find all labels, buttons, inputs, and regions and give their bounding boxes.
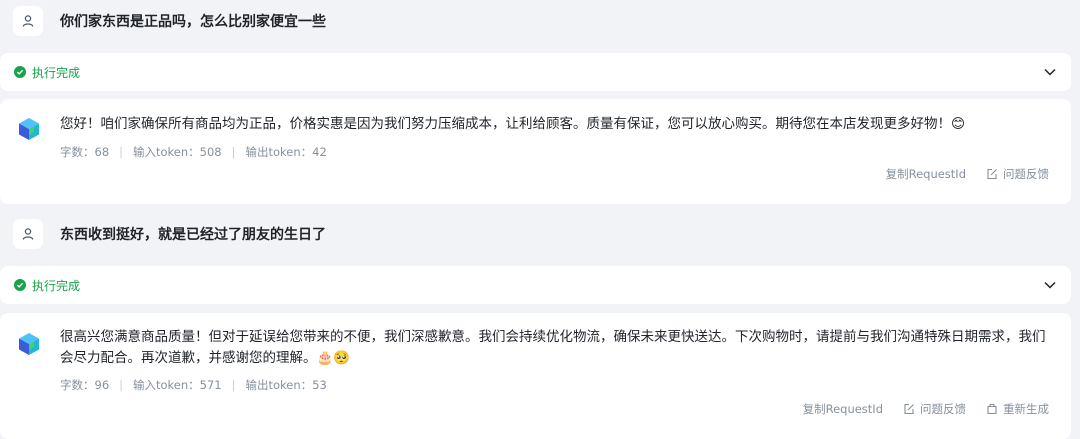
answer-meta: 字数：96 | 输入token：571 | 输出token：53 <box>60 378 327 392</box>
check-circle-icon <box>14 279 26 291</box>
output-token-count: 输出token：53 <box>245 378 327 392</box>
user-message-row: 东西收到挺好，就是已经过了朋友的生日了 <box>0 213 1080 257</box>
input-token-count: 输入token：508 <box>133 145 222 159</box>
answer-actions: 复制RequestId 问题反馈 重新生成 <box>803 401 1049 417</box>
chevron-down-icon[interactable] <box>1043 278 1057 292</box>
user-icon <box>22 228 34 240</box>
user-message-row: 你们家东西是正品吗，怎么比别家便宜一些 <box>0 0 1080 44</box>
answer-meta: 字数：68 | 输入token：508 | 输出token：42 <box>60 145 327 159</box>
user-icon <box>22 15 34 27</box>
status-label: 执行完成 <box>32 279 81 293</box>
user-avatar <box>13 6 43 36</box>
execution-status-bar[interactable]: 执行完成 <box>0 53 1071 91</box>
regenerate-button[interactable]: 重新生成 <box>986 401 1049 417</box>
feedback-button[interactable]: 问题反馈 <box>903 401 966 417</box>
input-token-count: 输入token：571 <box>133 378 222 392</box>
edit-icon <box>904 403 914 415</box>
bot-cube-icon <box>19 118 39 140</box>
char-count: 字数：68 <box>60 145 110 159</box>
answer-actions: 复制RequestId 问题反馈 <box>886 166 1049 182</box>
assistant-answer-card: 您好！咱们家确保所有商品均为正品，价格实惠是因为我们努力压缩成本，让利给顾客。质… <box>0 99 1071 204</box>
feedback-button[interactable]: 问题反馈 <box>986 166 1049 182</box>
answer-text: 您好！咱们家确保所有商品均为正品，价格实惠是因为我们努力压缩成本，让利给顾客。质… <box>60 116 966 132</box>
chevron-down-icon[interactable] <box>1043 65 1057 79</box>
output-token-count: 输出token：42 <box>245 145 327 159</box>
answer-text: 很高兴您满意商品质量！但对于延误给您带来的不便，我们深感歉意。我们会持续优化物流… <box>60 329 1046 366</box>
execution-status-bar[interactable]: 执行完成 <box>0 266 1071 304</box>
char-count: 字数：96 <box>60 378 110 392</box>
user-message: 东西收到挺好，就是已经过了朋友的生日了 <box>60 227 326 243</box>
user-message: 你们家东西是正品吗，怎么比别家便宜一些 <box>60 14 326 30</box>
regenerate-icon <box>987 403 997 415</box>
user-avatar <box>13 219 43 249</box>
status-label: 执行完成 <box>32 66 81 80</box>
bot-cube-icon <box>19 333 39 355</box>
copy-requestid-button[interactable]: 复制RequestId <box>886 166 966 182</box>
copy-requestid-button[interactable]: 复制RequestId <box>803 401 883 417</box>
assistant-answer-card: 很高兴您满意商品质量！但对于延误给您带来的不便，我们深感歉意。我们会持续优化物流… <box>0 313 1071 439</box>
check-circle-icon <box>14 66 26 78</box>
edit-icon <box>987 168 997 180</box>
